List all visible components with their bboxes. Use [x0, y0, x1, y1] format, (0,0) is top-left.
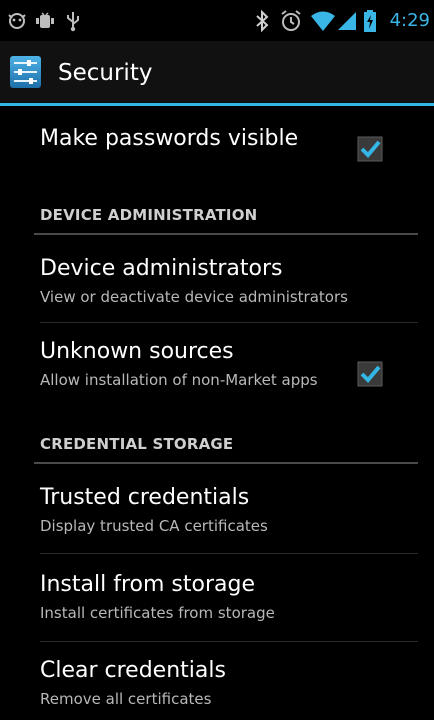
unknown-sources-item[interactable]: Unknown sources Allow installation of no… [0, 323, 434, 423]
credential-storage-header: CREDENTIAL STORAGE [40, 435, 234, 453]
unknown-sources-title: Unknown sources [40, 339, 234, 364]
install-from-storage-summary: Install certificates from storage [40, 604, 275, 622]
settings-list[interactable]: Make passwords visible DEVICE ADMINISTRA… [0, 106, 434, 720]
status-bar: 4:29 [0, 0, 434, 41]
signal-icon [338, 12, 356, 30]
page-title: Security [58, 60, 153, 86]
device-administration-header: DEVICE ADMINISTRATION [40, 206, 258, 224]
status-time: 4:29 [389, 10, 430, 31]
unknown-sources-checkbox[interactable] [357, 361, 383, 387]
clear-credentials-title: Clear credentials [40, 658, 226, 683]
clear-credentials-summary: Remove all certificates [40, 690, 212, 708]
trusted-credentials-summary: Display trusted CA certificates [40, 517, 268, 535]
install-from-storage-title: Install from storage [40, 572, 255, 597]
bluetooth-icon [256, 10, 269, 32]
category-divider [34, 233, 418, 235]
clear-credentials-item[interactable]: Clear credentials Remove all certificate… [0, 642, 434, 720]
make-passwords-visible-checkbox[interactable] [357, 136, 383, 162]
device-administrators-item[interactable]: Device administrators View or deactivate… [0, 236, 434, 322]
install-from-storage-item[interactable]: Install from storage Install certificate… [0, 554, 434, 641]
make-passwords-visible-item[interactable]: Make passwords visible [0, 106, 434, 190]
make-passwords-visible-title: Make passwords visible [40, 126, 299, 151]
trusted-credentials-title: Trusted credentials [40, 485, 250, 510]
device-administrators-summary: View or deactivate device administrators [40, 288, 348, 306]
usb-icon [67, 12, 79, 32]
device-administrators-title: Device administrators [40, 256, 283, 281]
unknown-sources-summary: Allow installation of non-Market apps [40, 371, 318, 389]
device-icon [36, 12, 54, 28]
wifi-icon [311, 11, 335, 31]
alarm-icon [281, 10, 301, 31]
settings-icon[interactable] [10, 56, 41, 88]
battery-charging-icon [364, 10, 376, 32]
android-debug-icon [8, 13, 26, 29]
category-divider [34, 462, 418, 464]
trusted-credentials-item[interactable]: Trusted credentials Display trusted CA c… [0, 465, 434, 553]
